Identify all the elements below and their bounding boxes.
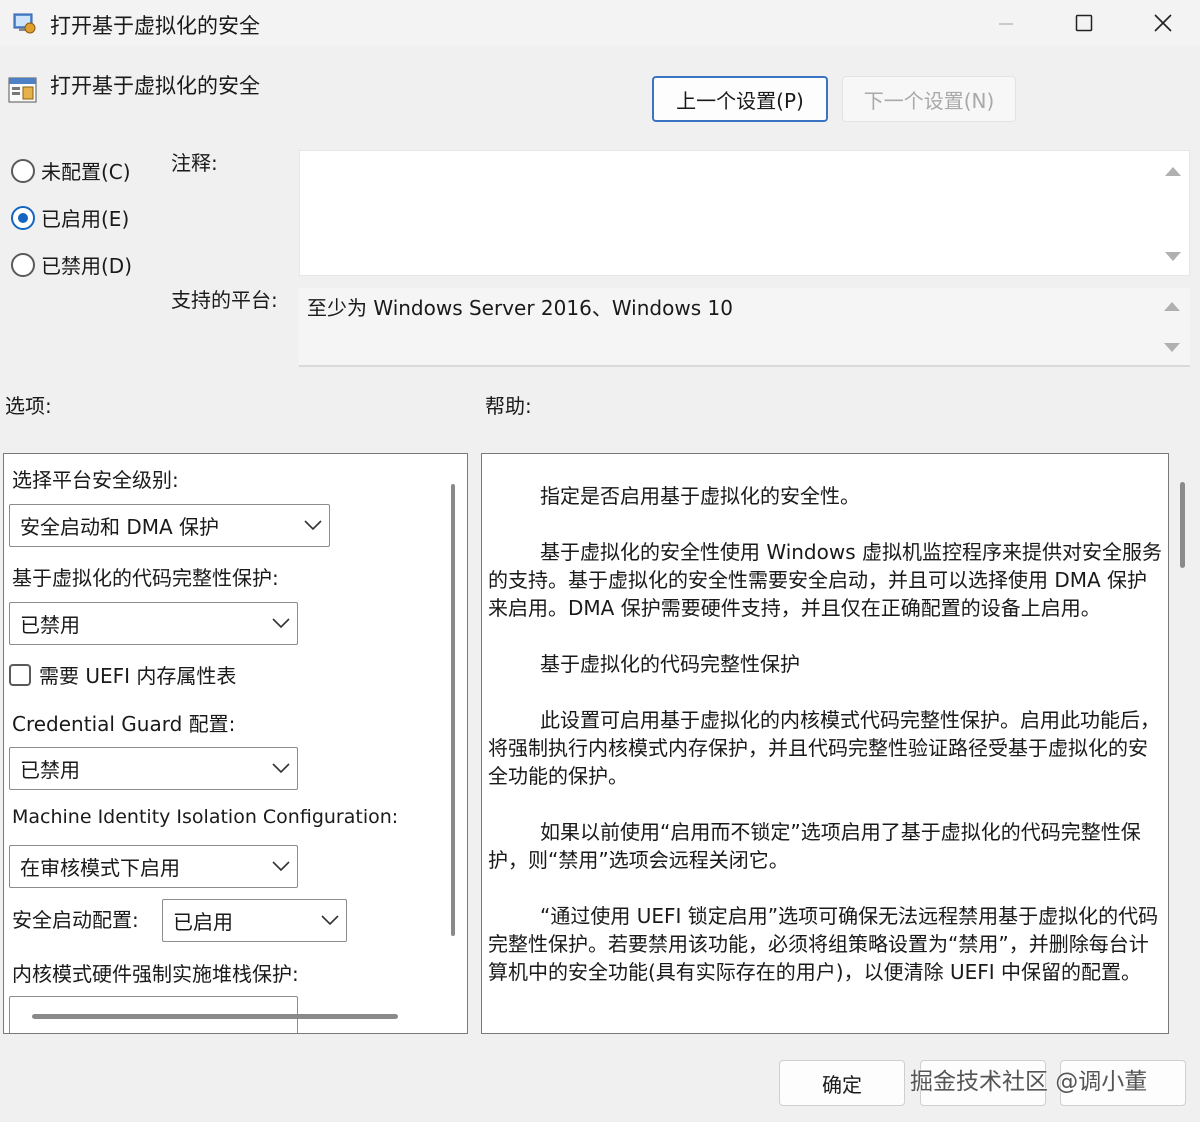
platform-level-value: 安全启动和 DMA 保护 — [20, 515, 220, 539]
kernel-stack-label: 内核模式硬件强制实施堆栈保护: — [12, 962, 299, 986]
enabled-label: 已启用(E) — [41, 207, 130, 231]
not-configured-label: 未配置(C) — [41, 160, 131, 184]
help-paragraph: 基于虚拟化的代码完整性保护 — [540, 652, 800, 676]
chevron-down-icon — [304, 520, 322, 531]
credential-guard-dropdown[interactable]: 已禁用 — [9, 747, 298, 790]
close-button[interactable] — [1126, 0, 1200, 46]
machine-identity-value: 在审核模式下启用 — [20, 856, 180, 880]
help-paragraph: 基于虚拟化的安全性使用 Windows 虚拟机监控程序来提供对安全服务的支持。基… — [488, 540, 1162, 620]
disabled-radio[interactable]: 已禁用(D) — [11, 250, 132, 279]
options-heading: 选项: — [5, 394, 52, 418]
comment-textarea[interactable] — [299, 150, 1190, 276]
maximize-icon — [1075, 14, 1093, 32]
disabled-label: 已禁用(D) — [41, 254, 133, 278]
enabled-radio[interactable]: 已启用(E) — [11, 203, 129, 232]
secure-launch-dropdown[interactable]: 已启用 — [162, 899, 347, 942]
platform-level-dropdown[interactable]: 安全启动和 DMA 保护 — [9, 504, 330, 547]
scroll-down-arrow-icon[interactable] — [1163, 342, 1181, 354]
hvci-dropdown[interactable]: 已禁用 — [9, 602, 298, 645]
policy-editor-app-icon — [13, 13, 36, 34]
hvci-label: 基于虚拟化的代码完整性保护: — [12, 566, 279, 590]
uefi-checkbox-label: 需要 UEFI 内存属性表 — [39, 664, 237, 688]
help-text: 指定是否启用基于虚拟化的安全性。 基于虚拟化的安全性使用 Windows 虚拟机… — [488, 482, 1164, 1014]
minimize-icon — [999, 23, 1013, 25]
next-setting-button[interactable]: 下一个设置(N) — [842, 76, 1016, 122]
radio-circle-icon — [11, 158, 35, 183]
platform-readonly-box: 至少为 Windows Server 2016、Windows 10 — [299, 288, 1190, 367]
options-vertical-scrollbar[interactable] — [451, 484, 455, 936]
credential-guard-value: 已禁用 — [20, 758, 80, 782]
secure-launch-label: 安全启动配置: — [12, 908, 139, 932]
scroll-up-arrow-icon[interactable] — [1164, 165, 1182, 177]
help-heading: 帮助: — [485, 394, 532, 418]
watermark: 掘金技术社区 @调小董 — [910, 1069, 1148, 1095]
machine-identity-label: Machine Identity Isolation Configuration… — [12, 806, 399, 828]
platform-label: 支持的平台: — [171, 288, 278, 312]
radio-circle-icon — [11, 252, 35, 277]
radio-checked-icon — [11, 205, 35, 230]
help-paragraph: 指定是否启用基于虚拟化的安全性。 — [540, 484, 860, 508]
secure-launch-value: 已启用 — [173, 910, 233, 934]
not-configured-radio[interactable]: 未配置(C) — [11, 156, 131, 185]
help-vertical-scrollbar[interactable] — [1180, 482, 1185, 568]
machine-identity-dropdown[interactable]: 在审核模式下启用 — [9, 845, 298, 888]
ok-button[interactable]: 确定 — [779, 1060, 905, 1106]
previous-setting-button[interactable]: 上一个设置(P) — [652, 76, 828, 122]
credential-guard-label: Credential Guard 配置: — [12, 712, 236, 736]
chevron-down-icon — [272, 618, 290, 629]
help-paragraph: 此设置可启用基于虚拟化的内核模式代码完整性保护。启用此功能后，将强制执行内核模式… — [488, 708, 1160, 788]
checkbox-box — [9, 663, 31, 686]
chevron-down-icon — [272, 861, 290, 872]
help-paragraph: “通过使用 UEFI 锁定启用”选项可确保无法远程禁用基于虚拟化的代码完整性保护… — [488, 904, 1159, 984]
help-paragraph: 如果以前使用“启用而不锁定”选项启用了基于虚拟化的代码完整性保护，则“禁用”选项… — [488, 820, 1141, 872]
comment-label: 注释: — [171, 151, 218, 175]
window-title: 打开基于虚拟化的安全 — [50, 14, 260, 38]
chevron-down-icon — [272, 763, 290, 774]
options-horizontal-scrollbar[interactable] — [32, 1014, 398, 1019]
chevron-down-icon — [321, 915, 339, 926]
close-icon — [1154, 14, 1172, 32]
options-panel[interactable]: 选择平台安全级别: 安全启动和 DMA 保护 基于虚拟化的代码完整性保护: 已禁… — [3, 453, 468, 1034]
platform-value: 至少为 Windows Server 2016、Windows 10 — [307, 296, 733, 320]
scroll-down-arrow-icon[interactable] — [1164, 251, 1182, 263]
policy-title: 打开基于虚拟化的安全 — [50, 74, 260, 98]
platform-level-label: 选择平台安全级别: — [12, 468, 179, 492]
hvci-value: 已禁用 — [20, 613, 80, 637]
policy-setting-icon — [8, 77, 37, 103]
scroll-up-arrow-icon[interactable] — [1163, 300, 1181, 312]
minimize-button[interactable] — [966, 0, 1046, 46]
help-panel: 指定是否启用基于虚拟化的安全性。 基于虚拟化的安全性使用 Windows 虚拟机… — [481, 453, 1169, 1034]
uefi-memory-table-checkbox[interactable]: 需要 UEFI 内存属性表 — [9, 660, 236, 689]
maximize-button[interactable] — [1044, 0, 1124, 46]
